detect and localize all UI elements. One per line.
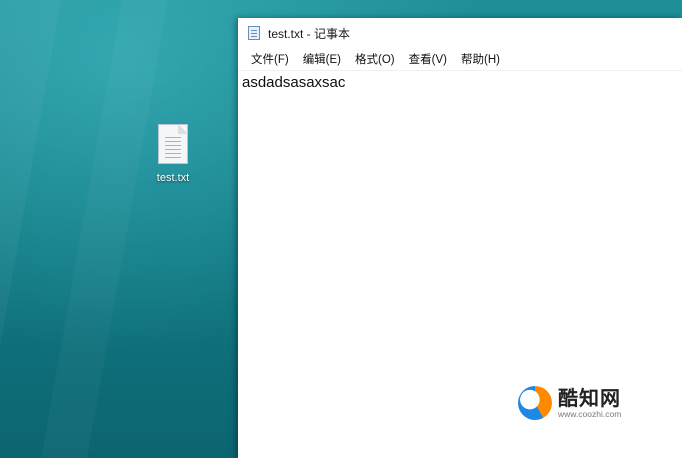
window-title: test.txt - 记事本 bbox=[268, 26, 351, 41]
menu-format[interactable]: 格式(O) bbox=[348, 49, 402, 69]
desktop-file-test-txt[interactable]: test.txt bbox=[149, 124, 197, 184]
editor-content: asdadsasaxsac bbox=[242, 74, 346, 91]
menu-view[interactable]: 查看(V) bbox=[402, 49, 454, 69]
menu-file[interactable]: 文件(F) bbox=[244, 49, 296, 69]
text-file-icon bbox=[158, 124, 188, 164]
coozhi-logo-icon bbox=[518, 386, 552, 420]
watermark-name: 酷知网 bbox=[558, 386, 621, 410]
desktop-file-label: test.txt bbox=[156, 172, 190, 184]
watermark-text: 酷知网 www.coozhi.com bbox=[558, 387, 621, 419]
menu-help[interactable]: 帮助(H) bbox=[454, 49, 507, 69]
notepad-icon bbox=[248, 26, 260, 40]
watermark: 酷知网 www.coozhi.com bbox=[518, 381, 622, 425]
watermark-url: www.coozhi.com bbox=[558, 409, 622, 419]
menu-edit[interactable]: 编辑(E) bbox=[296, 49, 348, 69]
menu-bar: 文件(F) 编辑(E) 格式(O) 查看(V) 帮助(H) bbox=[238, 48, 682, 71]
window-titlebar[interactable]: test.txt - 记事本 bbox=[238, 18, 682, 48]
